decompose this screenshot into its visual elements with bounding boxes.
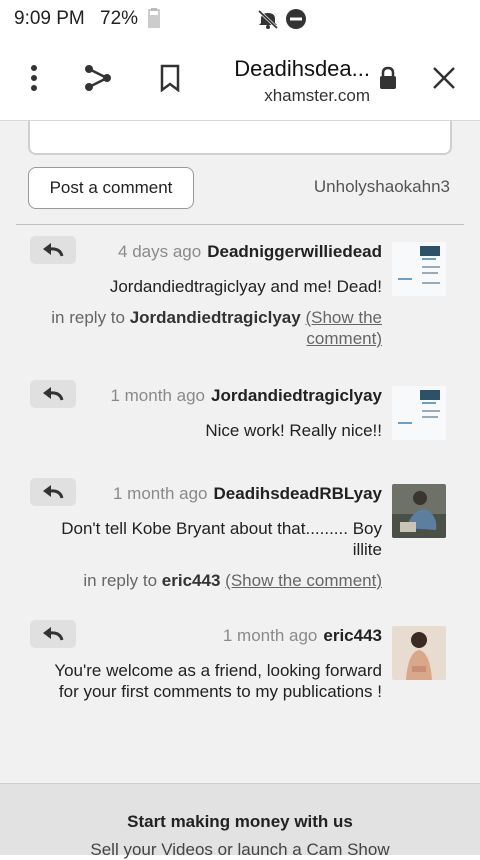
close-icon[interactable]: [422, 56, 466, 100]
page-title-block[interactable]: Deadihsdea... xhamster.com: [220, 56, 370, 106]
status-time: 9:09 PM 72%: [14, 8, 138, 30]
avatar[interactable]: [392, 242, 446, 296]
reply-prefix: in reply to: [51, 308, 125, 327]
mute-icon: [256, 8, 280, 35]
avatar[interactable]: [392, 484, 446, 538]
comments-section: Post a comment Unholyshaokahn3 4 days ag…: [0, 121, 480, 783]
reply-context: in reply to eric443 (Show the comment): [42, 570, 382, 591]
comment-body: 1 month ago eric443 You're welcome as a f…: [42, 626, 382, 702]
comment-time: 1 month ago: [222, 626, 318, 645]
comment-body: 1 month ago DeadihsdeadRBLyay Don't tell …: [42, 484, 382, 591]
reply-target[interactable]: Jordandiedtragiclyay: [130, 308, 301, 327]
page-domain: xhamster.com: [264, 86, 370, 105]
comment-input[interactable]: [28, 121, 452, 155]
reply-prefix: in reply to: [83, 571, 158, 590]
comment-author[interactable]: DeadihsdeadRBLyay: [214, 484, 382, 503]
comment-time: 1 month ago: [110, 386, 205, 405]
comment-text: Jordandiedtragiclyay and me! Dead!: [109, 277, 382, 296]
promo-subtitle[interactable]: Sell your Videos or launch a Cam Show: [0, 840, 480, 860]
comment-body: 1 month ago Jordandiedtragiclyay Nice wor…: [42, 386, 382, 441]
battery-percent: 72%: [100, 8, 139, 29]
current-username: Unholyshaokahn3: [313, 177, 450, 196]
avatar[interactable]: [392, 626, 446, 680]
comment-time: 4 days ago: [118, 242, 202, 261]
page-title: Deadihsdea...: [234, 56, 370, 81]
clock-text: 9:09 PM: [14, 8, 85, 29]
reply-context: in reply to Jordandiedtragiclyay (Show t…: [42, 307, 382, 349]
status-bar: 9:09 PM 72%: [0, 0, 480, 38]
lock-icon: [366, 56, 410, 100]
avatar[interactable]: [392, 386, 446, 440]
overflow-menu-icon[interactable]: [12, 56, 56, 100]
browser-toolbar: Deadihsdea... xhamster.com: [0, 38, 480, 121]
composer-row: Post a comment Unholyshaokahn3: [0, 165, 480, 211]
promo-title: Start making money with us: [127, 812, 353, 831]
reply-target[interactable]: eric443: [162, 571, 221, 590]
divider: [16, 224, 464, 225]
show-comment-link[interactable]: (Show the comment): [305, 308, 382, 348]
dnd-icon: [285, 8, 307, 35]
comment-text: You're welcome as a friend, looking forw…: [54, 661, 382, 701]
comment-author[interactable]: eric443: [323, 626, 382, 645]
comment-body: 4 days ago Deadniggerwilliedead Jordandie…: [42, 242, 382, 349]
bookmark-icon[interactable]: [148, 56, 192, 100]
comment-text: Nice work! Really nice!!: [205, 421, 382, 440]
share-icon[interactable]: [76, 56, 120, 100]
show-comment-link[interactable]: (Show the comment): [225, 571, 382, 590]
comment-time: 1 month ago: [113, 484, 208, 503]
comment-text: Don't tell Kobe Bryant about that.......…: [61, 519, 382, 559]
post-comment-button[interactable]: Post a comment: [28, 167, 194, 209]
comment-author[interactable]: Jordandiedtragiclyay: [211, 386, 382, 405]
promo-footer[interactable]: Start making money with us Sell your Vid…: [0, 783, 480, 859]
comment-author[interactable]: Deadniggerwilliedead: [207, 242, 382, 261]
battery-icon: [147, 7, 161, 34]
